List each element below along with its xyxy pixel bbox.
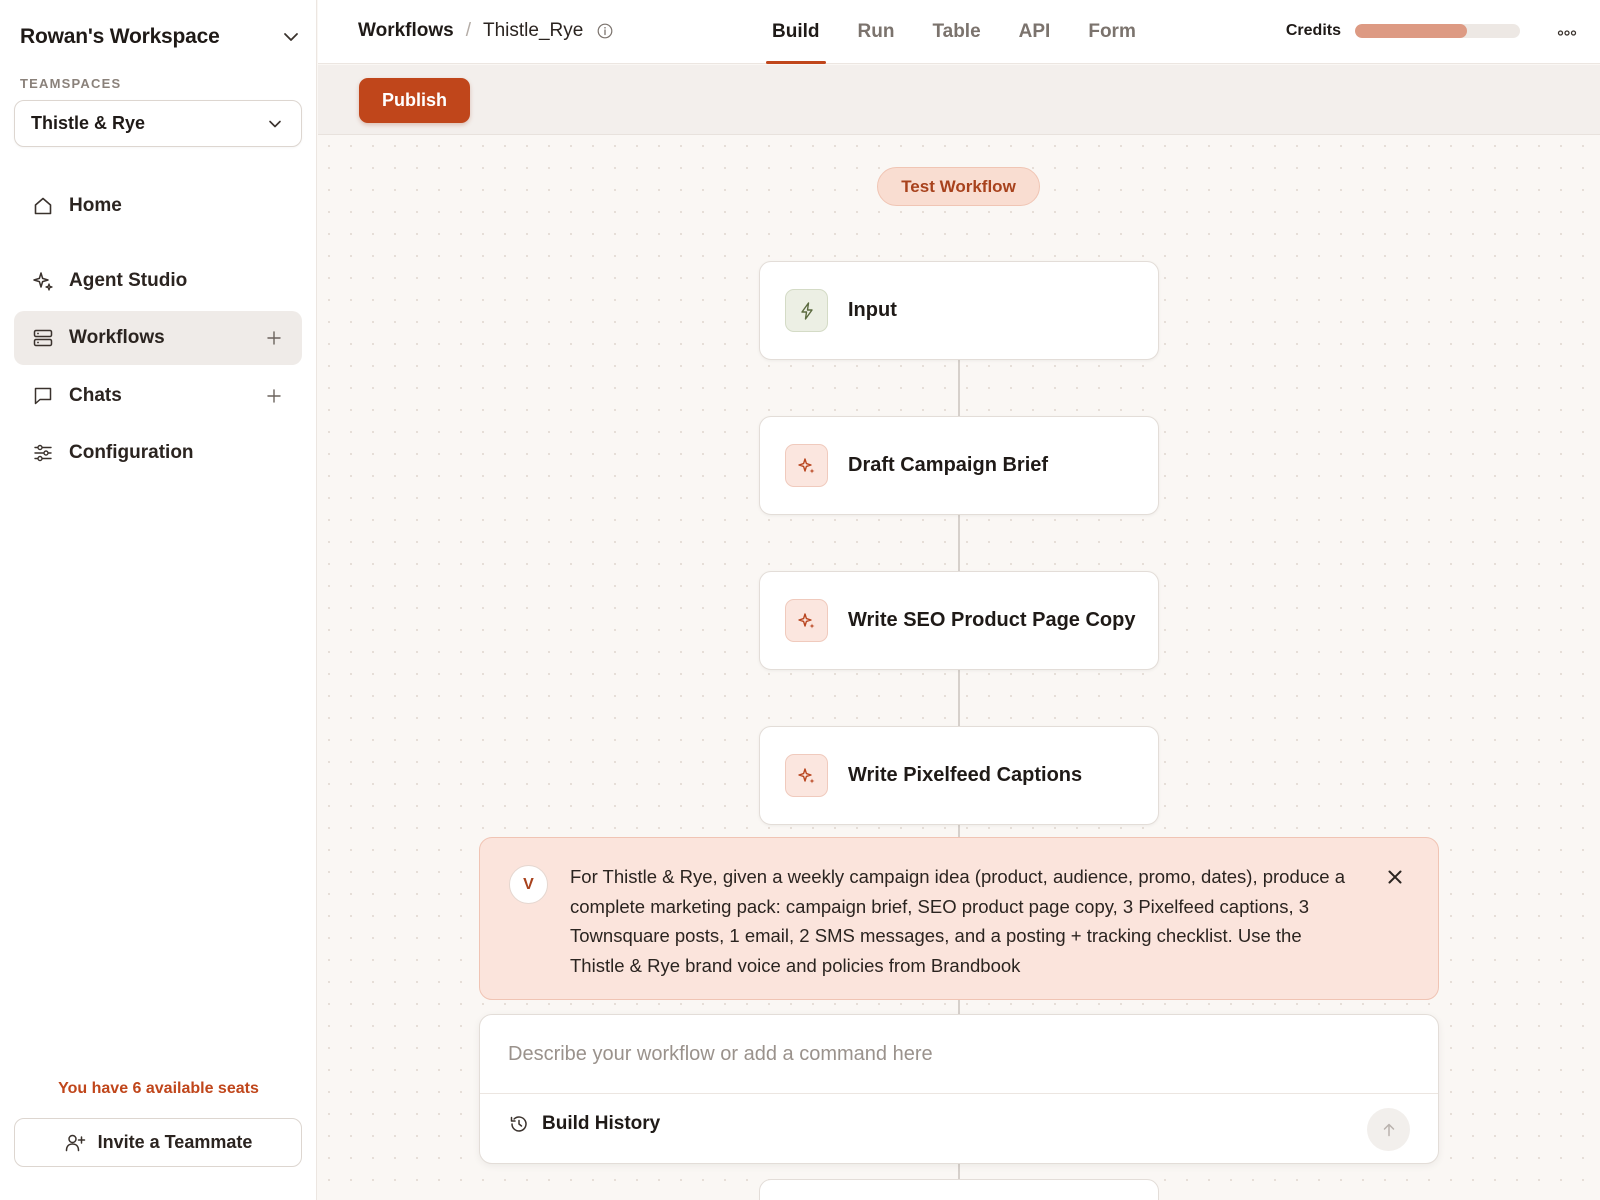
- history-icon: [510, 1116, 527, 1132]
- sparkle-icon: [31, 269, 55, 293]
- sparkle-icon: [785, 754, 828, 797]
- arrow-up-icon: [1383, 1123, 1394, 1136]
- invite-teammate-button[interactable]: Invite a Teammate: [14, 1118, 302, 1167]
- add-user-icon: [65, 1134, 85, 1151]
- home-icon: [31, 194, 55, 218]
- tab-form[interactable]: Form: [1082, 0, 1142, 64]
- build-history-button[interactable]: Build History: [508, 1113, 660, 1135]
- available-seats-notice: You have 6 available seats: [58, 1080, 259, 1097]
- node-title: Input: [848, 299, 897, 321]
- sparkle-icon: [785, 599, 828, 642]
- tab-table[interactable]: Table: [926, 0, 986, 64]
- workspace-name: Rowan's Workspace: [20, 25, 220, 48]
- node-title: Draft Campaign Brief: [848, 454, 1049, 476]
- test-workflow-button[interactable]: Test Workflow: [877, 167, 1040, 206]
- teamspaces-label: TEAMSPACES: [20, 76, 122, 91]
- sparkle-icon: [785, 444, 828, 487]
- sidebar-item-agent-studio[interactable]: Agent Studio: [14, 254, 302, 308]
- sidebar-item-label: Workflows: [69, 327, 165, 348]
- toolbar: Publish: [318, 65, 1600, 135]
- breadcrumb-separator: /: [465, 20, 471, 41]
- workflow-node-input[interactable]: Input: [759, 261, 1159, 360]
- sidebar: Rowan's Workspace TEAMSPACES Thistle & R…: [0, 0, 317, 1200]
- chevron-down-icon: [269, 120, 281, 127]
- plus-icon[interactable]: [266, 388, 282, 404]
- workflow-node-partial[interactable]: [759, 1179, 1159, 1200]
- sidebar-item-label: Configuration: [69, 442, 194, 463]
- top-bar: Workflows / Thistle_Rye Build Run Table …: [318, 0, 1600, 64]
- chevron-down-icon: [284, 33, 298, 41]
- node-title: Write Pixelfeed Captions: [848, 764, 1083, 786]
- breadcrumb-current: Thistle_Rye: [483, 20, 584, 41]
- sliders-icon: [31, 441, 55, 465]
- tab-run[interactable]: Run: [852, 0, 901, 64]
- bolt-icon: [785, 289, 828, 332]
- workspace-switcher[interactable]: Rowan's Workspace: [20, 20, 300, 54]
- workflow-tabs: Build Run Table API Form: [766, 0, 1168, 64]
- credits-meter: Credits: [1286, 22, 1520, 40]
- sidebar-item-label: Chats: [69, 385, 122, 406]
- sidebar-item-label: Agent Studio: [69, 270, 188, 291]
- workflow-node-write-seo-copy[interactable]: Write SEO Product Page Copy: [759, 571, 1159, 670]
- workflow-canvas[interactable]: Test Workflow Input Draft Campaign Brief: [318, 135, 1600, 1200]
- server-icon: [31, 326, 55, 350]
- invite-teammate-label: Invite a Teammate: [97, 1132, 253, 1152]
- node-connector: [958, 514, 960, 571]
- node-title: Write SEO Product Page Copy: [848, 609, 1136, 631]
- node-connector: [958, 669, 960, 726]
- credits-progress-fill: [1355, 24, 1468, 38]
- more-options-icon[interactable]: [1556, 22, 1578, 44]
- publish-button[interactable]: Publish: [359, 78, 470, 123]
- close-icon[interactable]: [1386, 868, 1404, 886]
- credits-label: Credits: [1285, 22, 1341, 39]
- composer-divider: [480, 1093, 1438, 1094]
- sidebar-item-home[interactable]: Home: [14, 179, 302, 233]
- tab-api[interactable]: API: [1013, 0, 1057, 64]
- send-button[interactable]: [1367, 1108, 1410, 1151]
- avatar: V: [509, 865, 548, 904]
- credits-progress-bar: [1355, 24, 1520, 38]
- workflow-composer: Build History: [479, 1014, 1439, 1164]
- sidebar-item-chats[interactable]: Chats: [14, 369, 302, 423]
- plus-icon[interactable]: [266, 330, 282, 346]
- prompt-message-text: For Thistle & Rye, given a weekly campai…: [570, 866, 1346, 976]
- sidebar-item-label: Home: [69, 195, 122, 216]
- prompt-message-card: V For Thistle & Rye, given a weekly camp…: [479, 837, 1439, 1000]
- breadcrumb: Workflows / Thistle_Rye: [358, 20, 613, 42]
- info-icon[interactable]: [597, 23, 613, 39]
- sidebar-item-workflows[interactable]: Workflows: [14, 311, 302, 365]
- chat-icon: [31, 384, 55, 408]
- workflow-node-write-pixelfeed-captions[interactable]: Write Pixelfeed Captions: [759, 726, 1159, 825]
- teamspace-selected-value: Thistle & Rye: [31, 113, 146, 133]
- tab-build[interactable]: Build: [766, 0, 826, 64]
- workflow-node-draft-campaign-brief[interactable]: Draft Campaign Brief: [759, 416, 1159, 515]
- breadcrumb-root-link[interactable]: Workflows: [358, 20, 454, 42]
- node-connector: [958, 359, 960, 416]
- teamspace-select[interactable]: Thistle & Rye: [14, 100, 302, 147]
- sidebar-item-configuration[interactable]: Configuration: [14, 426, 302, 480]
- build-history-label: Build History: [542, 1113, 661, 1134]
- workflow-command-input[interactable]: [480, 1015, 1438, 1093]
